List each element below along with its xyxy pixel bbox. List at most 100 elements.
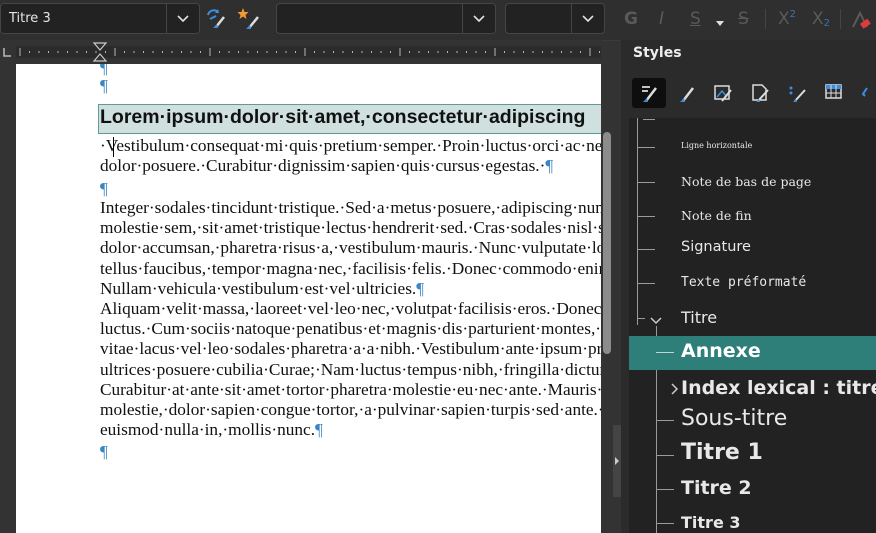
font-name-dropdown-button[interactable] <box>462 4 495 33</box>
style-item-label: Sous-titre <box>681 406 788 431</box>
chevron-right-icon <box>615 457 619 465</box>
table-styles-button[interactable] <box>817 78 851 108</box>
text-line[interactable]: Integer·sodales·tincidunt·tristique.·Sed… <box>100 198 601 218</box>
style-item-label: Titre 3 <box>681 513 741 532</box>
list-styles-more-button[interactable] <box>854 78 876 108</box>
subscript-mark: 2 <box>823 18 831 29</box>
heading-paragraph[interactable]: Lorem·ipsum·dolor·sit·amet,·consectetur·… <box>98 104 601 134</box>
paragraph-mark: ¶ <box>416 278 425 298</box>
styles-tree[interactable]: Lign Ligne horizontale Note de bas de pa… <box>629 118 876 533</box>
style-item-label: Titre 2 <box>681 477 752 499</box>
style-item-sous-titre[interactable]: Sous-titre <box>629 405 876 437</box>
page-styles-button[interactable] <box>743 78 777 108</box>
clear-formatting-icon[interactable] <box>850 9 872 35</box>
panel-title: Styles <box>633 45 682 61</box>
formatting-toolbar: Titre 3 G I S S X2 X2 <box>0 0 876 41</box>
text-line[interactable]: Nullam·vehicula·vestibulum·est·vel·ultri… <box>100 279 424 299</box>
style-item-note-de-bas-de-page[interactable]: Note de bas de page <box>629 172 876 192</box>
paragraph-mark: ¶ <box>545 156 554 176</box>
style-item-label: Titre 1 <box>681 440 763 465</box>
style-item-ligne-horizontale[interactable]: Ligne horizontale <box>629 138 876 156</box>
paragraph-style-combo[interactable]: Titre 3 <box>0 3 200 34</box>
font-size-combo[interactable] <box>505 3 605 34</box>
text-line[interactable]: euismod·nulla·in,·mollis·nunc.¶ <box>100 420 323 440</box>
superscript-glyph: X <box>778 9 790 29</box>
style-item-index-lexical-titre[interactable]: Index lexical : titre <box>629 374 876 404</box>
strikethrough-button[interactable]: S <box>738 9 749 29</box>
text-line[interactable]: luctus.·Cum·sociis·natoque·penatibus·et·… <box>100 319 601 339</box>
chevron-down-icon <box>473 14 485 22</box>
text-line-content: euismod·nulla·in,·mollis·nunc. <box>100 420 316 440</box>
style-item-label: Titre <box>681 308 718 327</box>
new-style-icon[interactable] <box>236 7 264 35</box>
style-item-titre-1[interactable]: Titre 1 <box>629 439 876 471</box>
text-line[interactable]: Curabitur·at·ante·sit·amet·tortor·pharet… <box>100 380 601 400</box>
style-item-label: Note de fin <box>681 208 752 223</box>
font-size-dropdown-button[interactable] <box>571 4 604 33</box>
paragraph-style-dropdown-button[interactable] <box>166 4 199 33</box>
update-style-icon[interactable] <box>204 7 230 35</box>
paragraph-style-value[interactable]: Titre 3 <box>9 11 51 26</box>
bold-button[interactable]: G <box>624 9 638 29</box>
character-styles-button[interactable] <box>669 78 703 108</box>
style-item-label: Signature <box>681 239 751 255</box>
paragraph-mark: ¶ <box>315 420 323 440</box>
text-cursor <box>113 137 114 157</box>
text-line[interactable]: molestie·sem,·sit·amet·tristique·lectus·… <box>100 218 601 238</box>
list-styles-icon <box>789 86 806 102</box>
toolbar-separator <box>765 9 766 29</box>
more-icon <box>861 87 868 97</box>
style-item-note-de-fin[interactable]: Note de fin <box>629 206 876 226</box>
text-line[interactable]: ultrices·posuere·cubilia·Curae;·Nam·luct… <box>100 360 601 380</box>
styles-sidebar: Styles Ligne horizontale Note de bas de … <box>621 40 876 533</box>
text-line[interactable]: dolor·posuere.·Curabitur·dignissim·sapie… <box>100 156 553 176</box>
text-line[interactable]: tellus·faucibus,·tempor·magna·nec,·facil… <box>100 259 601 279</box>
chevron-down-icon <box>582 14 594 22</box>
tree-connector <box>656 352 674 353</box>
style-item-partial[interactable]: Lign <box>629 118 876 124</box>
text-line[interactable]: Aliquam·velit·massa,·laoreet·vel·leo·nec… <box>100 299 601 319</box>
text-line-content: Nullam·vehicula·vestibulum·est·vel·ultri… <box>100 278 417 298</box>
font-name-combo[interactable] <box>276 3 496 34</box>
table-styles-icon <box>825 84 842 99</box>
underline-button[interactable]: S <box>690 9 701 29</box>
style-item-titre-3[interactable]: Titre 3 <box>629 512 876 533</box>
chevron-right-icon[interactable] <box>669 381 679 400</box>
chevron-down-icon <box>177 14 189 22</box>
frame-styles-button[interactable] <box>706 78 740 108</box>
style-item-texte-preformate[interactable]: Texte préformaté <box>629 273 876 293</box>
empty-paragraph-mark: ¶ <box>100 442 108 461</box>
text-line[interactable]: vitae·lacus·vel·leo·sodales·pharetra·a·a… <box>100 339 601 359</box>
style-item-annexe[interactable]: Annexe <box>629 336 876 370</box>
italic-button[interactable]: I <box>659 9 664 29</box>
document-page[interactable]: ¶ ¶ Lorem·ipsum·dolor·sit·amet,·consecte… <box>16 64 601 533</box>
text-line-content: dolor·posuere.·Curabitur·dignissim·sapie… <box>100 156 546 176</box>
text-line[interactable]: ·Vestibulum·consequat·mi·quis·pretium·se… <box>100 136 601 156</box>
document-area[interactable]: ¶ ¶ Lorem·ipsum·dolor·sit·amet,·consecte… <box>0 64 613 533</box>
superscript-button[interactable]: X2 <box>778 9 796 29</box>
horizontal-ruler[interactable] <box>0 40 601 64</box>
tab-type-icon <box>3 48 11 57</box>
style-item-label: Note de bas de page <box>681 174 812 189</box>
chevron-down-icon[interactable] <box>649 311 663 330</box>
style-item-titre-2[interactable]: Titre 2 <box>629 476 876 504</box>
paragraph-styles-button[interactable] <box>632 78 666 108</box>
style-item-label: Texte préformaté <box>681 275 807 290</box>
style-item-signature[interactable]: Signature <box>629 238 876 260</box>
sidebar-collapse-handle[interactable] <box>613 425 621 497</box>
underline-dropdown-icon[interactable] <box>715 13 725 32</box>
style-item-label: Annexe <box>681 340 761 362</box>
list-styles-button[interactable] <box>780 78 814 108</box>
empty-paragraph-mark: ¶ <box>100 76 108 95</box>
subscript-button[interactable]: X2 <box>812 9 830 29</box>
style-item-label: Index lexical : titre <box>681 377 876 399</box>
paragraph-styles-icon <box>642 86 657 102</box>
text-line[interactable]: molestie,·dolor·sapien·congue·tortor,·a·… <box>100 400 601 420</box>
style-item-label: Ligne horizontale <box>681 141 753 150</box>
style-item-titre[interactable]: Titre <box>629 307 876 329</box>
empty-paragraph-mark: ¶ <box>100 179 108 198</box>
subscript-glyph: X <box>812 9 824 29</box>
text-line[interactable]: dolor·accumsan,·pharetra·risus·a,·vestib… <box>100 238 601 258</box>
toolbar-separator <box>840 9 841 29</box>
vertical-scrollbar-thumb[interactable] <box>603 132 611 354</box>
